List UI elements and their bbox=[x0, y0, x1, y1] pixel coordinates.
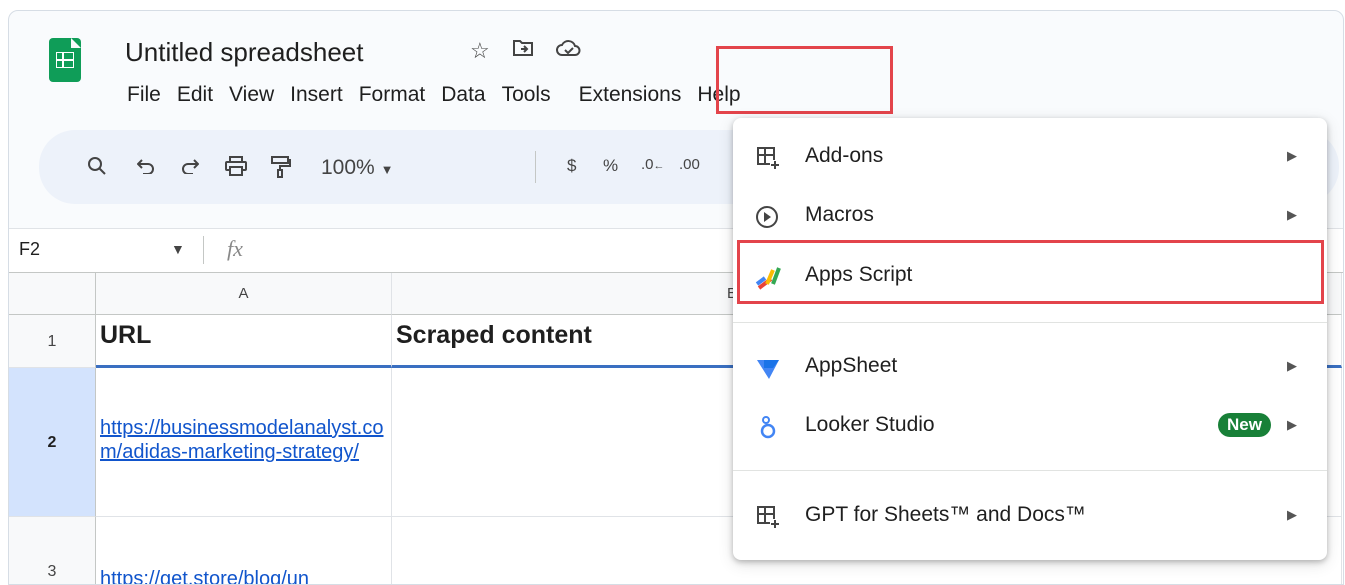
menu-tools[interactable]: Tools bbox=[494, 83, 559, 107]
cell-a1[interactable]: URL bbox=[96, 315, 392, 368]
paint-format-icon[interactable] bbox=[271, 156, 291, 184]
extensions-menu: Add-ons ▶ Macros ▶ Apps Script AppSheet … bbox=[733, 118, 1327, 560]
undo-icon[interactable] bbox=[136, 156, 155, 180]
arrow-left-icon: ← bbox=[653, 160, 665, 172]
document-title[interactable]: Untitled spreadsheet bbox=[125, 37, 363, 68]
menu-edit[interactable]: Edit bbox=[169, 83, 221, 107]
gpt-addon-icon bbox=[755, 504, 781, 530]
cell-a3-link[interactable]: https://get.store/blog/un bbox=[96, 567, 391, 584]
appsheet-icon bbox=[755, 355, 781, 381]
zoom-select[interactable]: 100% ▼ bbox=[321, 156, 393, 180]
menu-item-macros-label: Macros bbox=[805, 203, 874, 226]
row-header-1[interactable]: 1 bbox=[9, 315, 96, 368]
column-header-a[interactable]: A bbox=[96, 273, 392, 315]
redo-icon[interactable] bbox=[181, 156, 200, 180]
menu-item-add-ons-label: Add-ons bbox=[805, 144, 884, 167]
menu-item-looker-studio[interactable]: Looker Studio New ▶ bbox=[733, 402, 1327, 450]
zoom-value: 100% bbox=[321, 156, 375, 179]
menu-item-looker-studio-label: Looker Studio bbox=[805, 413, 935, 436]
print-icon[interactable] bbox=[225, 156, 247, 182]
menu-item-appsheet-label: AppSheet bbox=[805, 354, 898, 377]
formula-divider bbox=[203, 236, 204, 264]
fx-icon: fx bbox=[227, 236, 243, 261]
menu-view[interactable]: View bbox=[221, 83, 282, 107]
row-header-3[interactable]: 3 bbox=[9, 517, 96, 584]
menu-item-macros[interactable]: Macros ▶ bbox=[733, 192, 1327, 240]
toolbar-divider bbox=[535, 151, 536, 183]
menu-insert[interactable]: Insert bbox=[282, 83, 351, 107]
menu-bar: File Edit View Insert Format Data Tools … bbox=[119, 83, 749, 107]
cloud-saved-icon[interactable] bbox=[555, 38, 582, 64]
menu-item-gpt-for-sheets[interactable]: GPT for Sheets™ and Docs™ ▶ bbox=[733, 492, 1327, 540]
new-badge: New bbox=[1218, 413, 1271, 437]
menu-divider bbox=[733, 322, 1327, 323]
looker-studio-icon bbox=[755, 414, 781, 440]
increase-decimal-label: .00 bbox=[679, 156, 700, 173]
row-header-2[interactable]: 2 bbox=[9, 368, 96, 517]
title-actions: ☆ bbox=[470, 38, 582, 64]
percent-button[interactable]: % bbox=[603, 156, 618, 176]
search-icon[interactable] bbox=[87, 156, 107, 182]
add-ons-icon bbox=[755, 145, 781, 171]
submenu-arrow-icon: ▶ bbox=[1287, 417, 1297, 432]
menu-item-add-ons[interactable]: Add-ons ▶ bbox=[733, 133, 1327, 181]
cell-a2-link[interactable]: https://businessmodelanalyst.com/adidas-… bbox=[96, 416, 391, 464]
cell-a3[interactable]: https://get.store/blog/un bbox=[96, 517, 392, 584]
apps-script-highlight-box bbox=[737, 240, 1324, 304]
chevron-down-icon: ▼ bbox=[380, 162, 394, 177]
menu-file[interactable]: File bbox=[119, 83, 169, 107]
decrease-decimal-label: .0 bbox=[641, 156, 654, 173]
name-box-dropdown-icon[interactable]: ▼ bbox=[171, 241, 185, 257]
star-icon[interactable]: ☆ bbox=[470, 38, 490, 64]
sheets-logo-icon[interactable] bbox=[49, 38, 81, 82]
submenu-arrow-icon: ▶ bbox=[1287, 358, 1297, 373]
menu-extensions[interactable]: Extensions bbox=[559, 83, 690, 107]
menu-divider bbox=[733, 470, 1327, 471]
macros-play-icon bbox=[755, 204, 781, 230]
decrease-decimal-button[interactable]: .0← bbox=[641, 156, 665, 173]
menu-format[interactable]: Format bbox=[351, 83, 434, 107]
submenu-arrow-icon: ▶ bbox=[1287, 148, 1297, 163]
submenu-arrow-icon: ▶ bbox=[1287, 507, 1297, 522]
submenu-arrow-icon: ▶ bbox=[1287, 207, 1297, 222]
extensions-highlight-box bbox=[716, 46, 893, 114]
select-all-corner[interactable] bbox=[9, 273, 96, 315]
cell-a2[interactable]: https://businessmodelanalyst.com/adidas-… bbox=[96, 368, 392, 517]
move-to-folder-icon[interactable] bbox=[512, 38, 534, 64]
name-box[interactable]: F2 bbox=[19, 239, 40, 260]
menu-item-gpt-for-sheets-label: GPT for Sheets™ and Docs™ bbox=[805, 503, 1086, 526]
menu-item-appsheet[interactable]: AppSheet ▶ bbox=[733, 343, 1327, 391]
currency-button[interactable]: $ bbox=[567, 156, 576, 176]
menu-data[interactable]: Data bbox=[433, 83, 493, 107]
increase-decimal-button[interactable]: .00 bbox=[679, 156, 700, 173]
